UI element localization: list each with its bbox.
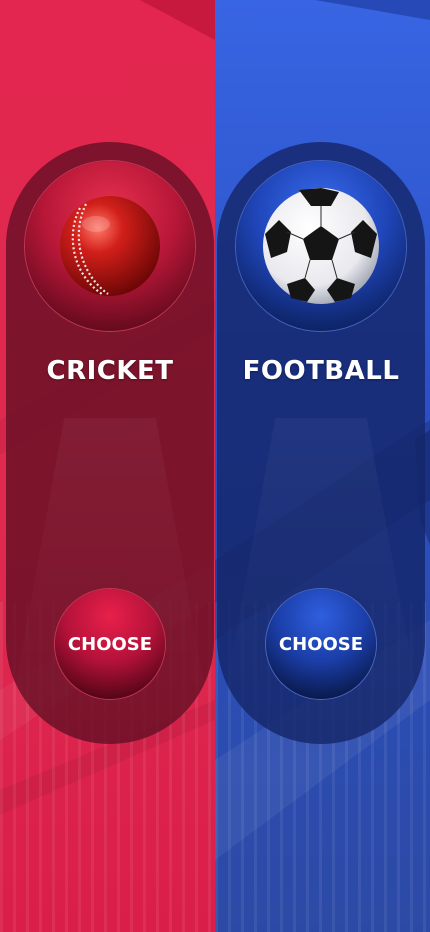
cricket-card[interactable]: CRICKET CHOOSE: [6, 142, 214, 744]
cricket-ball-frame: [25, 161, 195, 331]
choose-cricket-button[interactable]: CHOOSE: [55, 589, 165, 699]
cricket-title: CRICKET: [46, 356, 174, 386]
football-frame: [236, 161, 406, 331]
football-card[interactable]: FOOTBALL CHOOSE: [217, 142, 425, 744]
choose-football-button[interactable]: CHOOSE: [266, 589, 376, 699]
cricket-ball-icon: [60, 196, 160, 296]
sport-selection-screen: CRICKET CHOOSE FOOTBALL CHOOSE: [0, 0, 430, 932]
football-icon: [263, 188, 379, 304]
football-title: FOOTBALL: [242, 356, 400, 386]
